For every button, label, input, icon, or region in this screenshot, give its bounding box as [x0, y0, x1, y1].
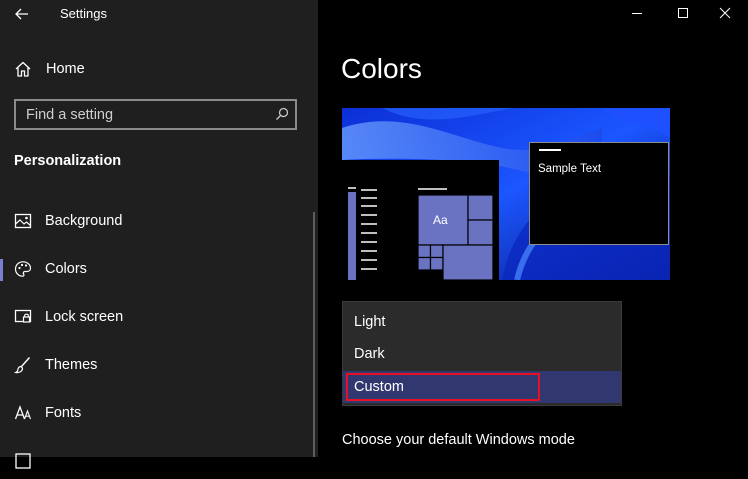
maximize-button[interactable]	[660, 0, 706, 26]
image-icon	[14, 213, 32, 229]
option-label: Custom	[354, 379, 404, 395]
sidebar-item-label: Background	[45, 213, 123, 229]
section-heading: Personalization	[14, 153, 122, 169]
home-label: Home	[46, 61, 85, 77]
mode-caption: Choose your default Windows mode	[342, 432, 575, 448]
minimize-button[interactable]	[614, 0, 660, 26]
sidebar-item-label: Themes	[45, 357, 98, 373]
tile-text: Aa	[433, 213, 448, 227]
dropdown-option-custom[interactable]: Custom	[343, 371, 621, 403]
selection-indicator	[0, 259, 3, 281]
sample-window-preview: Sample Text	[529, 142, 669, 245]
sample-text: Sample Text	[538, 163, 602, 175]
sidebar-item-label: Lock screen	[45, 309, 124, 325]
sidebar-scrollbar[interactable]	[313, 212, 315, 457]
font-icon	[14, 405, 32, 420]
sidebar-item-themes[interactable]: Themes	[0, 347, 310, 383]
sidebar-item-colors[interactable]: Colors	[0, 251, 310, 287]
option-label: Light	[354, 314, 386, 330]
start-menu-preview: Aa	[342, 160, 499, 280]
close-button[interactable]	[702, 0, 748, 26]
maximize-icon	[678, 8, 688, 18]
lock-screen-icon	[14, 309, 32, 323]
dropdown-option-dark[interactable]: Dark	[343, 338, 621, 370]
sidebar-item-label: Fonts	[45, 405, 82, 421]
palette-icon	[14, 261, 32, 277]
sidebar-item-fonts[interactable]: Fonts	[0, 395, 310, 431]
sidebar-item-label: Colors	[45, 261, 87, 277]
app-title: Settings	[60, 6, 107, 21]
start-icon	[15, 453, 31, 469]
back-arrow-icon	[15, 8, 28, 20]
option-label: Dark	[354, 346, 385, 362]
sidebar: Settings Home Personalization Background	[0, 0, 318, 469]
title-bar: Settings	[0, 0, 318, 28]
dropdown-option-light[interactable]: Light	[343, 306, 621, 338]
back-button[interactable]	[8, 2, 36, 24]
sidebar-item-background[interactable]: Background	[0, 203, 310, 239]
page-title: Colors	[341, 53, 422, 84]
search-box[interactable]	[14, 99, 297, 130]
home-icon	[15, 61, 31, 77]
home-nav-item[interactable]: Home	[0, 52, 310, 86]
search-icon[interactable]	[275, 107, 289, 121]
brush-icon	[14, 357, 31, 374]
search-input[interactable]	[16, 101, 276, 128]
windows-mode-dropdown[interactable]: Light Dark Custom	[342, 301, 622, 406]
minimize-icon	[632, 13, 642, 14]
theme-preview: Aa Sample Text	[342, 108, 670, 280]
sidebar-item-partial[interactable]	[0, 443, 310, 479]
sidebar-item-lock-screen[interactable]: Lock screen	[0, 299, 310, 335]
sample-title-bar	[539, 149, 561, 151]
close-icon	[719, 7, 731, 19]
start-menu-tiles: Aa	[348, 187, 494, 280]
